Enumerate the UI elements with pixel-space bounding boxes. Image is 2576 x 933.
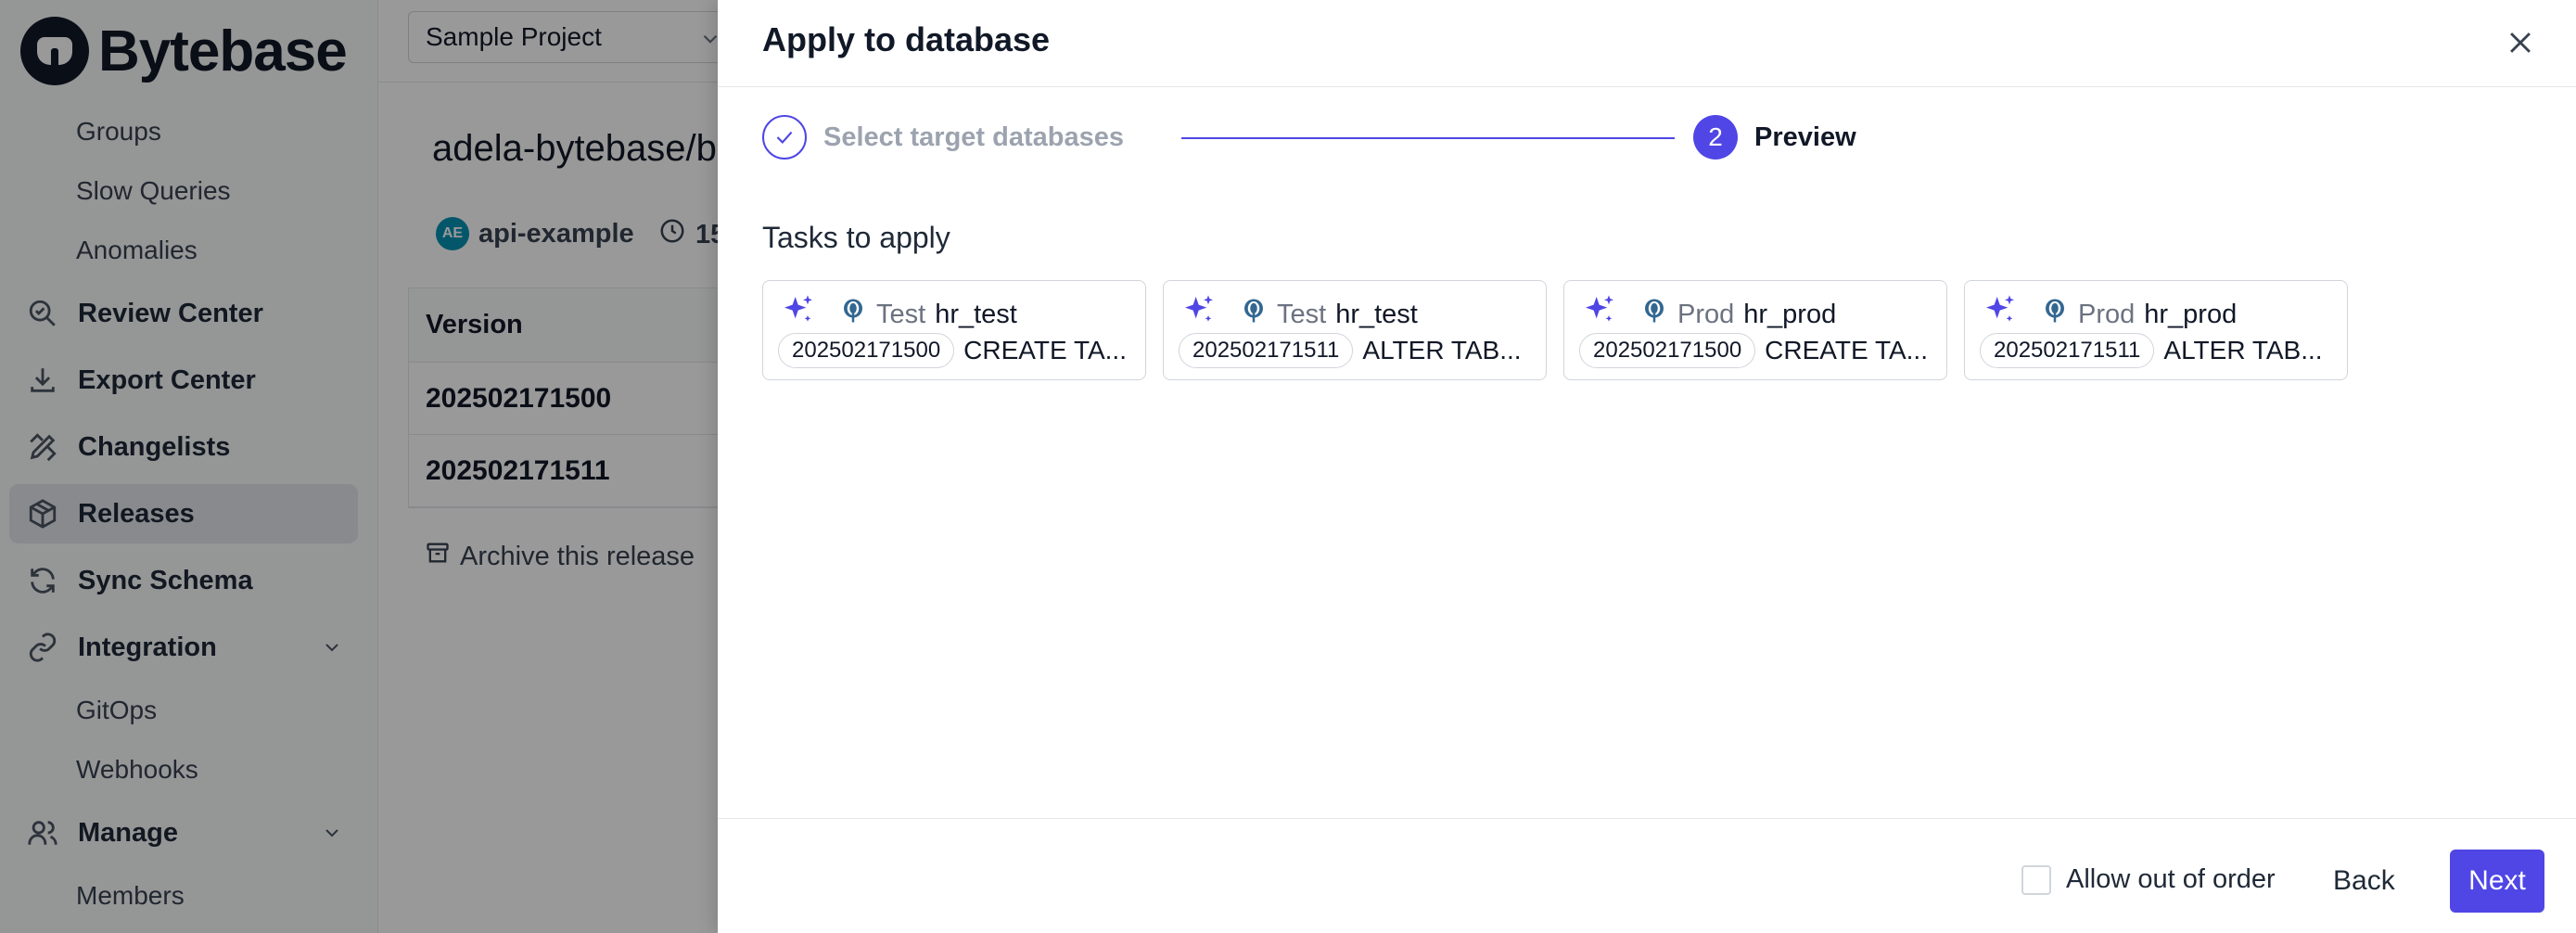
task-database: hr_prod <box>2144 299 2238 329</box>
task-card[interactable]: Prod hr_prod 202502171500 CREATE TA... <box>1563 280 1947 380</box>
task-statement: CREATE TA... <box>963 336 1127 364</box>
task-environment: Test <box>1277 299 1327 329</box>
drawer-header: Apply to database <box>718 0 2576 87</box>
back-button[interactable]: Back <box>2313 850 2416 913</box>
postgresql-icon <box>2041 297 2069 332</box>
task-card-body: 202502171511 ALTER TAB... <box>1980 333 2336 368</box>
drawer-title: Apply to database <box>762 20 1051 58</box>
task-statement: ALTER TAB... <box>2163 336 2323 364</box>
task-card-header: Prod hr_prod <box>1581 292 1836 337</box>
step-label: Preview <box>1754 121 1856 152</box>
task-card-body: 202502171500 CREATE TA... <box>1579 333 1935 368</box>
check-icon <box>762 115 807 160</box>
step-preview: 2 Preview <box>1693 115 1856 160</box>
task-database: hr_test <box>1335 299 1418 329</box>
postgresql-icon <box>1240 297 1268 332</box>
task-database: hr_prod <box>1743 299 1837 329</box>
drawer-footer-divider <box>718 818 2576 819</box>
close-button[interactable] <box>2500 22 2541 63</box>
task-card[interactable]: Test hr_test 202502171500 CREATE TA... <box>762 280 1146 380</box>
task-card[interactable]: Prod hr_prod 202502171511 ALTER TAB... <box>1964 280 2348 380</box>
next-button[interactable]: Next <box>2450 850 2544 913</box>
close-icon <box>2510 32 2531 53</box>
postgresql-icon <box>839 297 867 332</box>
task-environment: Test <box>876 299 926 329</box>
tasks-title: Tasks to apply <box>762 221 950 254</box>
allow-out-of-order-checkbox[interactable]: Allow out of order <box>2021 864 2276 895</box>
task-environment: Prod <box>1677 299 1735 329</box>
task-card-body: 202502171500 CREATE TA... <box>778 333 1134 368</box>
task-statement: ALTER TAB... <box>1362 336 1522 364</box>
step-connector <box>1181 137 1675 139</box>
task-environment: Prod <box>2078 299 2136 329</box>
task-card[interactable]: Test hr_test 202502171511 ALTER TAB... <box>1163 280 1547 380</box>
task-card-header: Test hr_test <box>780 292 1017 337</box>
apply-to-database-drawer: Apply to database Select target database… <box>718 0 2576 933</box>
stepper: Select target databases 2 Preview <box>762 115 1856 161</box>
task-card-header: Prod hr_prod <box>1982 292 2237 337</box>
task-database: hr_test <box>935 299 1017 329</box>
sparkle-icon <box>1982 292 2032 337</box>
task-version-badge: 202502171500 <box>778 333 955 368</box>
task-list: Test hr_test 202502171500 CREATE TA... T… <box>762 280 2348 380</box>
task-card-header: Test hr_test <box>1180 292 1418 337</box>
task-version-badge: 202502171500 <box>1579 333 1756 368</box>
task-statement: CREATE TA... <box>1765 336 1928 364</box>
postgresql-icon <box>1640 297 1668 332</box>
task-card-body: 202502171511 ALTER TAB... <box>1179 333 1535 368</box>
step-label: Select target databases <box>823 121 1124 152</box>
sparkle-icon <box>1180 292 1231 337</box>
checkbox-box[interactable] <box>2021 864 2051 895</box>
step-select-target-databases[interactable]: Select target databases <box>762 115 1124 160</box>
step-number: 2 <box>1693 115 1738 160</box>
task-version-badge: 202502171511 <box>1179 333 1354 368</box>
sparkle-icon <box>1581 292 1631 337</box>
sparkle-icon <box>780 292 830 337</box>
task-version-badge: 202502171511 <box>1980 333 2155 368</box>
allow-out-of-order-label: Allow out of order <box>2066 864 2276 894</box>
